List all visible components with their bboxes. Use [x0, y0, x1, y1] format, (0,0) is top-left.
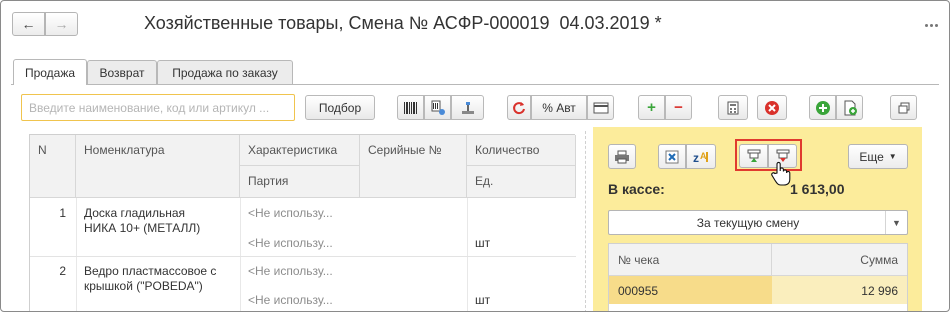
cash-label: В кассе: — [608, 181, 665, 197]
add-item-button[interactable] — [809, 95, 836, 120]
sort-button[interactable]: zA — [686, 144, 716, 169]
plus-icon: + — [647, 99, 656, 116]
column-header-sum[interactable]: Сумма — [772, 244, 907, 276]
tab-label: Возврат — [99, 65, 145, 80]
podbor-label: Подбор — [318, 100, 362, 115]
card-icon — [593, 102, 608, 113]
svg-text:A: A — [700, 151, 707, 161]
more-menu-label: Еще — [859, 149, 884, 164]
calculator-icon — [727, 101, 739, 114]
cash-amount: 1 613,00 — [790, 181, 845, 197]
item-name-line[interactable]: Доска гладильная — [76, 206, 240, 221]
barcode-icon — [403, 101, 417, 114]
barcode-button[interactable] — [397, 95, 424, 120]
unit-cell[interactable]: шт — [467, 236, 576, 251]
column-header-receipt-number[interactable]: № чека — [609, 244, 772, 276]
decrease-quantity-button[interactable]: − — [665, 95, 692, 120]
sort-za-icon: zA — [693, 151, 708, 165]
tab-label: Продажа — [24, 65, 76, 80]
characteristic-cell[interactable]: <Не использу... — [240, 264, 360, 279]
header-label: Партия — [248, 174, 289, 188]
print-button[interactable] — [608, 144, 636, 169]
column-header-nomenclature[interactable]: Номенклатура — [76, 135, 240, 198]
splitter[interactable] — [585, 131, 586, 311]
back-arrow-icon: ← — [21, 16, 36, 32]
scanner-button[interactable] — [424, 95, 451, 120]
column-header-unit[interactable]: Ед. — [467, 166, 576, 198]
close-circle-icon — [765, 100, 779, 115]
item-name-line[interactable]: НИКА 10+ (МЕТАЛЛ) — [76, 221, 240, 236]
excel-icon — [665, 150, 679, 163]
tab-sale[interactable]: Продажа — [13, 59, 87, 85]
receipts-table: № чека Сумма 000955 12 996 — [608, 243, 908, 311]
header-label: N — [38, 143, 47, 157]
party-cell[interactable]: <Не использу... — [240, 293, 360, 308]
column-header-quantity[interactable]: Количество — [467, 135, 576, 166]
period-select[interactable]: За текущую смену ▼ — [608, 210, 908, 235]
cancel-receipt-button[interactable] — [757, 95, 787, 120]
tab-sale-by-order[interactable]: Продажа по заказу — [157, 60, 293, 84]
tab-divider — [11, 84, 939, 85]
search-input[interactable]: Введите наименование, код или артикул ..… — [21, 94, 295, 121]
add-document-icon — [844, 100, 857, 115]
more-actions-icon[interactable] — [920, 19, 942, 31]
cancel-discount-button[interactable] — [507, 95, 531, 120]
dropdown-arrow-icon[interactable]: ▼ — [885, 211, 907, 234]
scanner-icon — [431, 100, 445, 115]
header-label: Количество — [475, 143, 540, 157]
header-label: № чека — [618, 253, 660, 267]
receipt-number-cell[interactable]: 000955 — [609, 276, 772, 304]
svg-text:z: z — [693, 151, 699, 165]
podbor-button[interactable]: Подбор — [305, 95, 375, 120]
windows-icon — [898, 102, 909, 113]
scales-icon — [461, 101, 474, 114]
export-excel-button[interactable] — [658, 144, 686, 169]
column-header-characteristic[interactable]: Характеристика — [240, 135, 360, 166]
increase-quantity-button[interactable]: + — [638, 95, 665, 120]
auto-discount-button[interactable]: % Авт — [531, 95, 587, 120]
add-document-button[interactable] — [836, 95, 863, 120]
window-title: Хозяйственные товары, Смена № АСФР-00001… — [144, 13, 662, 33]
column-header-party[interactable]: Партия — [240, 166, 360, 198]
auto-discount-label: % Авт — [542, 100, 576, 115]
column-header-n[interactable]: N — [30, 135, 76, 198]
row-divider — [30, 256, 576, 257]
scales-button[interactable] — [451, 95, 484, 120]
receipt-sum-cell[interactable]: 12 996 — [772, 276, 907, 304]
row-number: 1 — [59, 206, 66, 220]
add-circle-icon — [815, 100, 830, 115]
header-label: Номенклатура — [84, 143, 165, 157]
row-number: 2 — [59, 264, 66, 278]
period-select-value: За текущую смену — [696, 216, 800, 230]
chevron-down-icon: ▼ — [888, 152, 897, 161]
header-label: Серийные № — [368, 143, 442, 157]
characteristic-cell[interactable]: <Не использу... — [240, 206, 360, 221]
unit-cell[interactable]: шт — [467, 293, 576, 308]
tab-return[interactable]: Возврат — [87, 60, 157, 84]
tab-label: Продажа по заказу — [172, 65, 278, 80]
party-cell[interactable]: <Не использу... — [240, 236, 360, 251]
header-label: Ед. — [475, 174, 494, 188]
printer-icon — [615, 150, 629, 163]
minus-icon: − — [674, 99, 683, 116]
item-name-line[interactable]: крышкой ("POBEDA") — [76, 279, 240, 294]
card-button[interactable] — [587, 95, 614, 120]
header-label: Характеристика — [248, 143, 338, 157]
back-button[interactable]: ← — [12, 12, 45, 36]
column-header-serial[interactable]: Серийные № — [360, 135, 467, 198]
form-window: ← → Хозяйственные товары, Смена № АСФР-0… — [0, 0, 950, 312]
forward-arrow-icon: → — [54, 16, 69, 32]
forward-button[interactable]: → — [45, 12, 78, 36]
more-menu-button[interactable]: Еще ▼ — [848, 144, 908, 169]
calculator-button[interactable] — [718, 95, 748, 120]
goods-table: N Номенклатура Характеристика Партия Сер… — [29, 134, 576, 311]
item-name-line[interactable]: Ведро пластмассовое с — [76, 264, 240, 279]
open-window-button[interactable] — [890, 95, 917, 120]
header-label: Сумма — [860, 253, 898, 267]
refresh-icon — [513, 101, 525, 114]
